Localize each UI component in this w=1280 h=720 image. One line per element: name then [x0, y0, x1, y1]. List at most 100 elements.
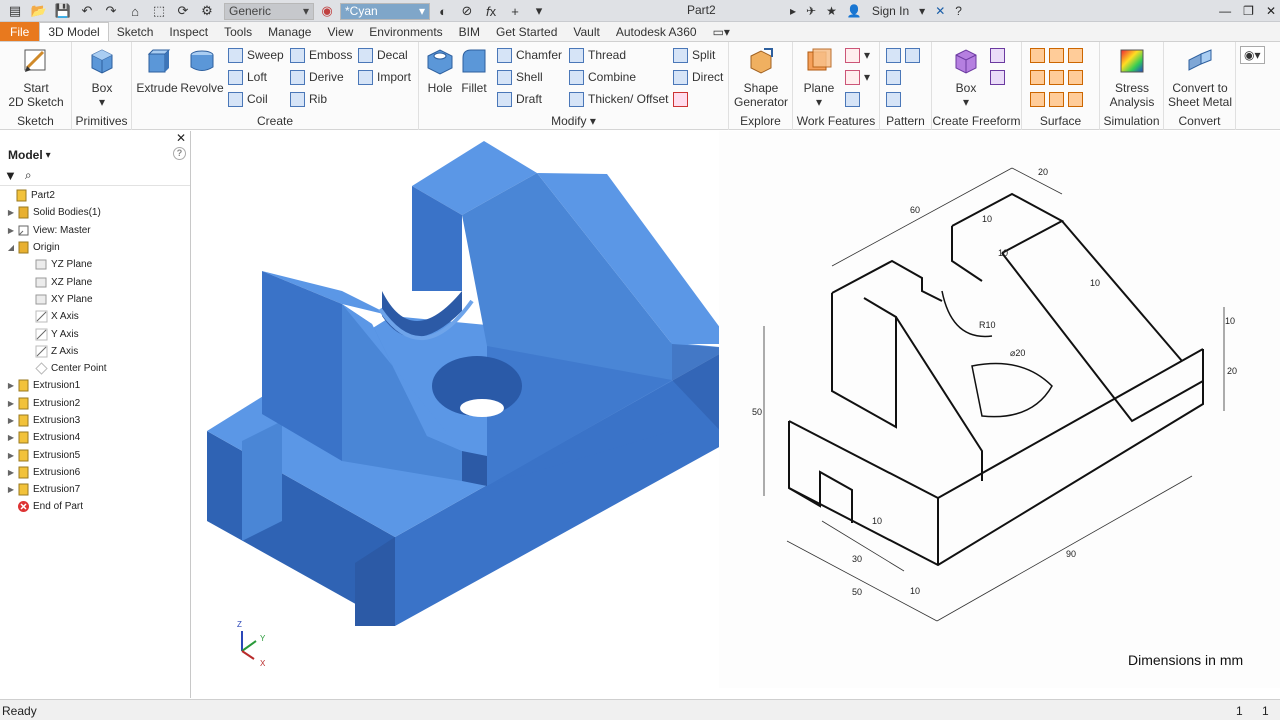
emboss-button[interactable]: Emboss	[290, 46, 352, 64]
ribbon-more-button[interactable]: ◉▾	[1240, 46, 1265, 64]
freeform-box-button[interactable]: Box ▾	[948, 46, 984, 109]
tab-get-started[interactable]: Get Started	[488, 22, 565, 41]
rect-pattern-button[interactable]	[886, 46, 920, 64]
tab-manage[interactable]: Manage	[260, 22, 319, 41]
tree-item[interactable]: ▶ Extrusion1	[0, 377, 190, 394]
close-browser-icon[interactable]: ✕	[176, 131, 186, 145]
tree-item[interactable]: Center Point	[0, 360, 190, 377]
delete-face-button[interactable]	[673, 90, 688, 108]
extrude-button[interactable]: Extrude	[136, 46, 178, 95]
help-icon[interactable]: ?	[955, 4, 962, 18]
tree-item[interactable]: ◢ Origin	[0, 239, 190, 256]
fx-icon[interactable]: fx	[480, 1, 502, 21]
expand-arrow-icon[interactable]: ▶	[6, 451, 16, 460]
tab-view[interactable]: View	[319, 22, 361, 41]
graphics-viewport[interactable]: 60 20 10 10 10 R10 10 20 ⌀20 50 10 30 90…	[192, 131, 1280, 698]
appearance-dropdown[interactable]: *Cyan ▾	[340, 2, 430, 20]
rib-button[interactable]: Rib	[290, 90, 327, 108]
fillet-button[interactable]: Fillet	[457, 46, 491, 95]
tree-item[interactable]: ▶ Extrusion7	[0, 481, 190, 498]
surface-row-3[interactable]	[1030, 90, 1083, 108]
filter-icon[interactable]: ▼	[4, 168, 17, 183]
point-button[interactable]: ▾	[845, 68, 870, 86]
expand-arrow-icon[interactable]: ▶	[6, 485, 16, 494]
import-button[interactable]: Import	[358, 68, 411, 86]
tree-item[interactable]: ▶ Extrusion6	[0, 464, 190, 481]
ribbon-options-icon[interactable]: ▭▾	[705, 22, 738, 41]
find-icon[interactable]: ⌕	[25, 168, 32, 183]
expand-arrow-icon[interactable]: ▶	[6, 381, 16, 390]
adjust-icon[interactable]: ◐	[432, 1, 454, 21]
direct-button[interactable]: Direct	[673, 68, 723, 86]
undo-icon[interactable]: ↶	[76, 1, 98, 21]
sweep-button[interactable]: Sweep	[228, 46, 284, 64]
freeform-edit-button[interactable]	[990, 46, 1005, 64]
redo-icon[interactable]: ↷	[100, 1, 122, 21]
plus-icon[interactable]: +	[504, 1, 526, 21]
user-icon[interactable]: 👤	[847, 4, 862, 18]
exchange-icon[interactable]: ✕	[935, 4, 945, 18]
close-icon[interactable]: ✕	[1266, 4, 1276, 18]
loft-button[interactable]: Loft	[228, 68, 267, 86]
chamfer-button[interactable]: Chamfer	[497, 46, 562, 64]
view-triad[interactable]: Z Y X	[237, 620, 266, 668]
revolve-button[interactable]: Revolve	[180, 46, 224, 95]
tree-item[interactable]: ▶ Extrusion2	[0, 395, 190, 412]
ucs-button[interactable]	[845, 90, 860, 108]
material-dropdown[interactable]: Generic ▾	[224, 2, 314, 20]
search-help-icon[interactable]: ✈	[806, 4, 816, 18]
convert-sheet-metal-button[interactable]: Convert to Sheet Metal	[1166, 46, 1234, 109]
tree-item[interactable]: YZ Plane	[0, 256, 190, 273]
expand-arrow-icon[interactable]: ◢	[6, 243, 16, 252]
surface-row-1[interactable]	[1030, 46, 1083, 64]
update-icon[interactable]: ⟳	[172, 1, 194, 21]
stress-analysis-button[interactable]: Stress Analysis	[1104, 46, 1160, 109]
axis-button[interactable]: ▾	[845, 46, 870, 64]
save-icon[interactable]: 💾	[52, 1, 74, 21]
expand-arrow-icon[interactable]: ▶	[6, 416, 16, 425]
tree-item[interactable]: XY Plane	[0, 291, 190, 308]
open-icon[interactable]: 📂	[28, 1, 50, 21]
sketch-pattern-button[interactable]	[886, 90, 901, 108]
tree-item[interactable]: Z Axis	[0, 343, 190, 360]
tree-item[interactable]: ▶ Extrusion4	[0, 429, 190, 446]
sign-in-link[interactable]: Sign In	[872, 4, 909, 18]
tree-item[interactable]: Part2	[0, 187, 190, 204]
draft-button[interactable]: Draft	[497, 90, 542, 108]
browser-header[interactable]: Model ▾ ?	[0, 144, 190, 166]
tree-item[interactable]: ▶ Extrusion5	[0, 446, 190, 463]
customize-icon[interactable]: ▾	[528, 1, 550, 21]
expand-arrow-icon[interactable]: ▶	[6, 468, 16, 477]
select-icon[interactable]: ⬚	[148, 1, 170, 21]
tab-inspect[interactable]: Inspect	[161, 22, 216, 41]
shell-button[interactable]: Shell	[497, 68, 543, 86]
plane-button[interactable]: Plane ▾	[799, 46, 839, 109]
chevron-down-icon[interactable]: ▾	[919, 4, 925, 18]
tree-item[interactable]: Y Axis	[0, 325, 190, 342]
hole-button[interactable]: Hole	[423, 46, 457, 95]
circ-pattern-button[interactable]	[886, 68, 901, 86]
start-sketch-button[interactable]: Start 2D Sketch	[6, 46, 66, 109]
restore-icon[interactable]: ❐	[1243, 4, 1254, 18]
tab-sketch[interactable]: Sketch	[109, 22, 162, 41]
expand-arrow-icon[interactable]: ▶	[6, 226, 16, 235]
box-primitive-button[interactable]: Box ▾	[82, 46, 122, 109]
split-button[interactable]: Split	[673, 46, 715, 64]
tree-item[interactable]: ▶ View: Master	[0, 222, 190, 239]
coil-button[interactable]: Coil	[228, 90, 268, 108]
favorite-icon[interactable]: ★	[826, 4, 837, 18]
properties-icon[interactable]: ⚙	[196, 1, 218, 21]
help-icon[interactable]: ?	[173, 147, 186, 160]
tree-item[interactable]: ▶ Solid Bodies(1)	[0, 204, 190, 221]
tab-a360[interactable]: Autodesk A360	[608, 22, 705, 41]
expand-arrow-icon[interactable]: ▶	[6, 433, 16, 442]
tab-3d-model[interactable]: 3D Model	[39, 22, 109, 41]
surface-row-2[interactable]	[1030, 68, 1083, 86]
expand-arrow-icon[interactable]: ▶	[6, 399, 16, 408]
thicken-offset-button[interactable]: Thicken/ Offset	[569, 90, 668, 108]
panel-modify-label[interactable]: Modify ▾	[419, 114, 728, 128]
tab-tools[interactable]: Tools	[216, 22, 260, 41]
new-icon[interactable]: ▤	[4, 1, 26, 21]
tab-file[interactable]: File	[0, 22, 40, 41]
tree-item[interactable]: ▶ Extrusion3	[0, 412, 190, 429]
